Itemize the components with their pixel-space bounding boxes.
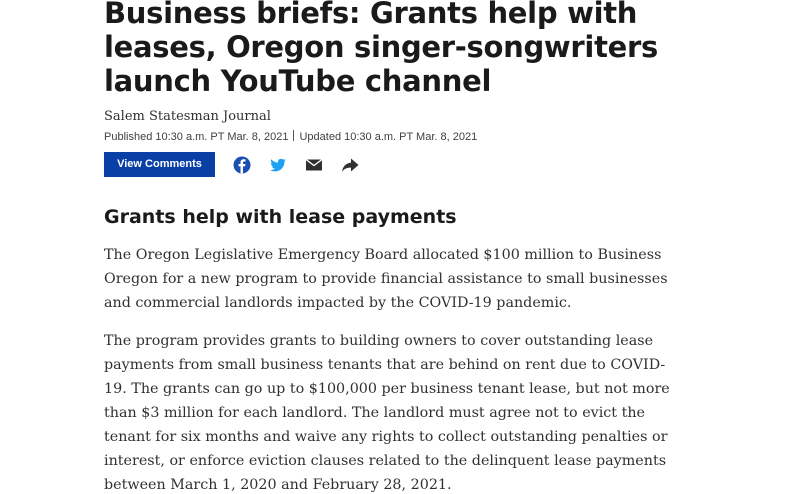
headline: Business briefs: Grants help with leases…: [104, 0, 658, 98]
paragraph: The program provides grants to building …: [104, 333, 670, 493]
section-heading: Grants help with lease payments: [104, 206, 457, 228]
share-arrow-icon[interactable]: [340, 155, 360, 175]
twitter-icon[interactable]: [268, 155, 288, 175]
byline: Salem Statesman Journal: [104, 109, 271, 124]
date-separator: [293, 130, 295, 141]
email-icon[interactable]: [304, 155, 324, 175]
publish-dates: Published 10:30 a.m. PT Mar. 8, 2021 Upda…: [104, 130, 477, 144]
facebook-icon[interactable]: [232, 155, 252, 175]
updated-date: Updated 10:30 a.m. PT Mar. 8, 2021: [299, 131, 478, 143]
view-comments-button[interactable]: View Comments: [104, 152, 215, 177]
published-date: Published 10:30 a.m. PT Mar. 8, 2021: [104, 131, 289, 143]
paragraph: The Oregon Legislative Emergency Board a…: [104, 247, 668, 311]
share-toolbar: View Comments: [104, 152, 360, 177]
